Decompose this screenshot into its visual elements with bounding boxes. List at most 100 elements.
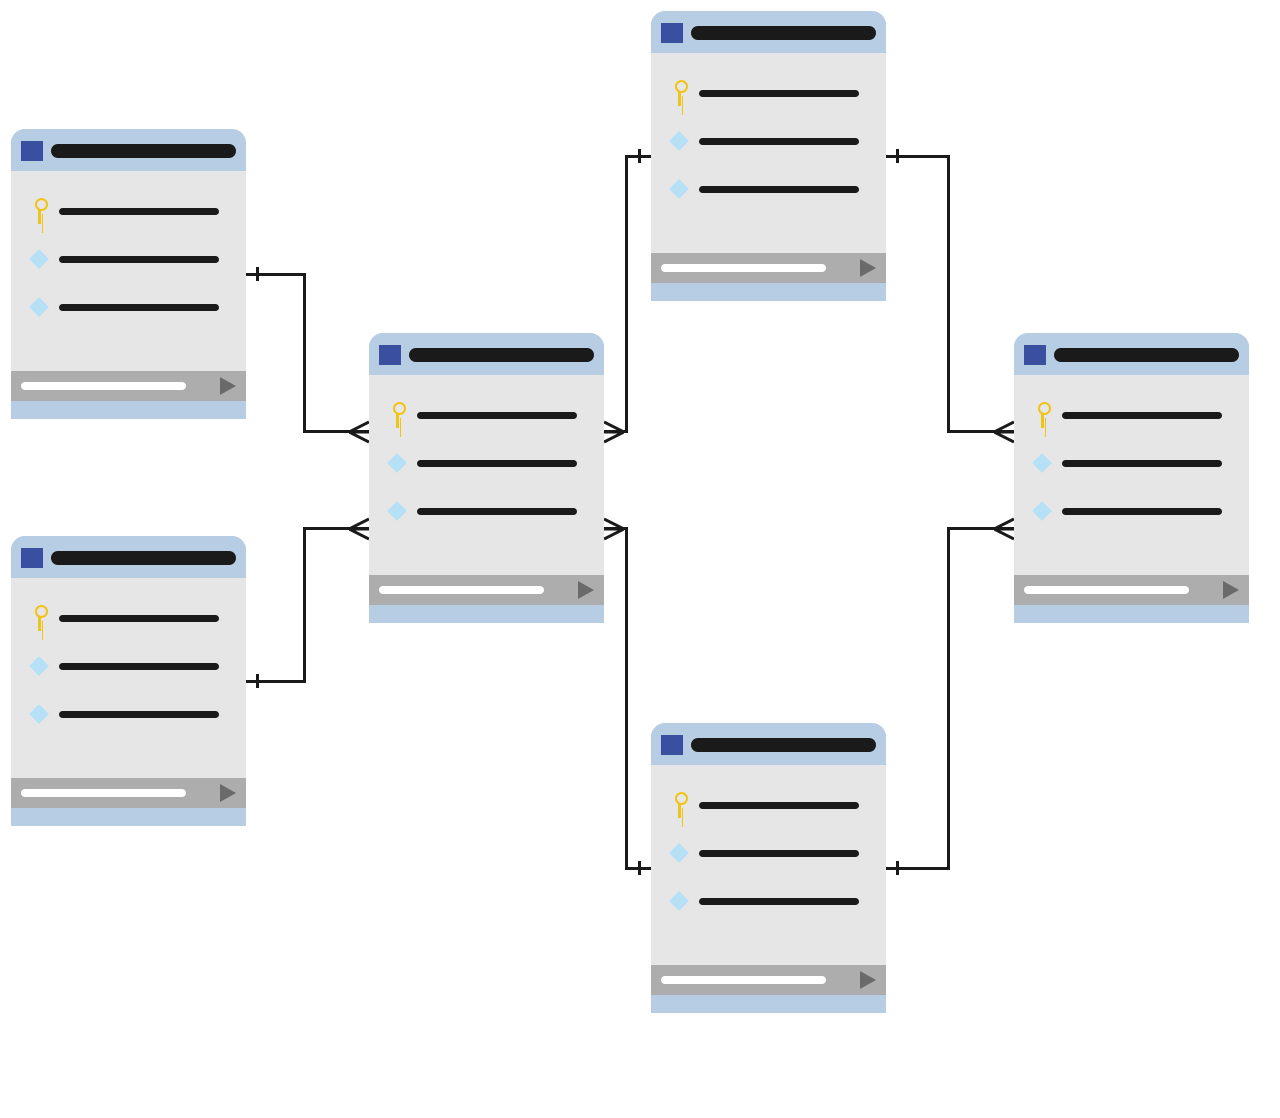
field-line [59, 615, 219, 622]
play-icon [1223, 581, 1239, 599]
relationship-line [303, 527, 306, 683]
attribute-icon [29, 656, 49, 676]
cardinality-one-icon [256, 267, 259, 281]
play-icon [220, 377, 236, 395]
attribute-icon [387, 453, 407, 473]
table-icon [379, 345, 401, 365]
attribute-icon [669, 891, 689, 911]
play-icon [578, 581, 594, 599]
table-header [1014, 333, 1249, 375]
attribute-icon [387, 501, 407, 521]
table-fields [1014, 375, 1249, 575]
field-line [417, 412, 577, 419]
field-line [699, 898, 859, 905]
cardinality-many-icon [604, 517, 624, 541]
relationship-line [625, 155, 628, 433]
footer-bar [661, 976, 826, 984]
table-title-bar [691, 26, 876, 40]
relationship-line [246, 273, 306, 276]
play-icon [220, 784, 236, 802]
cardinality-one-icon [638, 861, 641, 875]
cardinality-many-icon [994, 420, 1014, 444]
er-diagram-canvas [0, 0, 1280, 1118]
table-icon [661, 23, 683, 43]
field-row [29, 199, 228, 223]
field-line [417, 460, 577, 467]
table-icon [21, 141, 43, 161]
table-fields [651, 765, 886, 965]
primary-key-icon [34, 197, 45, 225]
table-icon [1024, 345, 1046, 365]
primary-key-icon [674, 791, 685, 819]
attribute-icon [29, 297, 49, 317]
cardinality-many-icon [349, 517, 369, 541]
table-header [651, 723, 886, 765]
table-footer [651, 965, 886, 1013]
primary-key-icon [674, 79, 685, 107]
table-entity-2 [11, 536, 246, 826]
footer-bar [1024, 586, 1189, 594]
table-title-bar [691, 738, 876, 752]
table-icon [661, 735, 683, 755]
table-footer [651, 253, 886, 301]
cardinality-many-icon [994, 517, 1014, 541]
field-line [59, 663, 219, 670]
field-line [1062, 460, 1222, 467]
footer-bar [661, 264, 826, 272]
table-entity-4 [651, 11, 886, 301]
table-title-bar [409, 348, 594, 362]
table-icon [21, 548, 43, 568]
attribute-icon [669, 843, 689, 863]
table-footer [1014, 575, 1249, 623]
field-line [59, 208, 219, 215]
attribute-icon [669, 179, 689, 199]
play-icon [860, 259, 876, 277]
footer-bar [21, 382, 186, 390]
primary-key-icon [34, 604, 45, 632]
field-line [1062, 412, 1222, 419]
cardinality-many-icon [604, 420, 624, 444]
table-footer [11, 371, 246, 419]
primary-key-icon [1037, 401, 1048, 429]
table-entity-6 [1014, 333, 1249, 623]
field-row [29, 247, 228, 271]
table-fields [11, 578, 246, 778]
footer-bar [21, 789, 186, 797]
play-icon [860, 971, 876, 989]
field-line [59, 304, 219, 311]
cardinality-one-icon [638, 149, 641, 163]
attribute-icon [1032, 501, 1052, 521]
field-line [699, 138, 859, 145]
footer-bar [379, 586, 544, 594]
table-footer [11, 778, 246, 826]
field-line [699, 186, 859, 193]
cardinality-many-icon [349, 420, 369, 444]
table-header [651, 11, 886, 53]
attribute-icon [1032, 453, 1052, 473]
field-line [699, 802, 859, 809]
relationship-line [303, 273, 306, 433]
field-line [59, 711, 219, 718]
cardinality-one-icon [896, 149, 899, 163]
cardinality-one-icon [256, 674, 259, 688]
table-title-bar [51, 144, 236, 158]
field-line [417, 508, 577, 515]
cardinality-one-icon [896, 861, 899, 875]
table-fields [369, 375, 604, 575]
relationship-line [947, 155, 950, 433]
field-line [699, 850, 859, 857]
attribute-icon [29, 704, 49, 724]
table-header [11, 129, 246, 171]
field-line [1062, 508, 1222, 515]
table-title-bar [1054, 348, 1239, 362]
table-fields [651, 53, 886, 253]
table-header [11, 536, 246, 578]
table-header [369, 333, 604, 375]
field-line [699, 90, 859, 97]
table-entity-1 [11, 129, 246, 419]
table-title-bar [51, 551, 236, 565]
table-entity-5 [651, 723, 886, 1013]
relationship-line [625, 527, 628, 870]
attribute-icon [29, 249, 49, 269]
field-row [29, 295, 228, 319]
